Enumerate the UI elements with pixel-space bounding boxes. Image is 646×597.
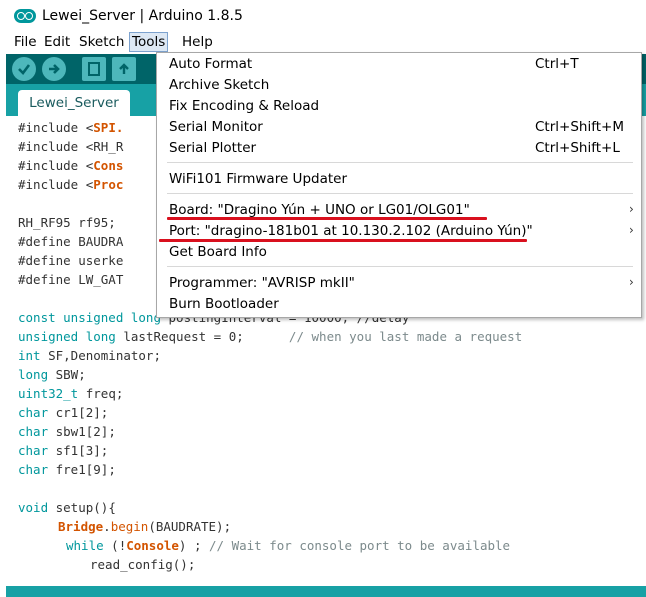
arduino-logo-icon — [14, 9, 36, 23]
upload-icon — [49, 64, 60, 74]
menu-help[interactable]: Help — [180, 33, 215, 51]
menu-item-burn-bootloader[interactable]: Burn Bootloader — [157, 294, 641, 314]
menu-item-port[interactable]: Port: "dragino-181b01 at 10.130.2.102 (A… — [157, 221, 641, 241]
code-line: #include <Proc — [18, 177, 124, 192]
submenu-arrow-icon: › — [629, 275, 634, 289]
submenu-arrow-icon: › — [629, 202, 634, 216]
open-button[interactable] — [112, 57, 136, 81]
code-line: void setup(){ — [18, 500, 116, 515]
code-line: RH_RF95 rf95; — [18, 215, 116, 230]
code-line: #define LW_GAT — [18, 272, 124, 287]
menu-item-archive-sketch[interactable]: Archive Sketch — [157, 75, 641, 95]
menu-item-auto-format[interactable]: Auto Format Ctrl+T — [157, 54, 641, 74]
verify-icon — [18, 64, 31, 75]
menu-file[interactable]: File — [12, 33, 39, 51]
code-line: unsigned long lastRequest = 0; // when y… — [18, 329, 523, 344]
menu-bar: File Edit Sketch Tools Help — [0, 30, 646, 52]
menu-item-programmer[interactable]: Programmer: "AVRISP mkII" › — [157, 273, 641, 293]
code-line: int SF,Denominator; — [18, 348, 161, 363]
code-line: char fre1[9]; — [18, 462, 116, 477]
upload-button[interactable] — [42, 57, 66, 81]
new-icon — [88, 62, 100, 76]
menu-separator — [167, 193, 633, 194]
verify-button[interactable] — [12, 57, 36, 81]
tools-menu-dropdown: Auto Format Ctrl+T Archive Sketch Fix En… — [156, 52, 642, 318]
tab-lewei-server[interactable]: Lewei_Server — [18, 90, 130, 116]
code-line: long SBW; — [18, 367, 86, 382]
code-line: #include <SPI. — [18, 120, 124, 135]
menu-tools[interactable]: Tools — [129, 32, 169, 52]
menu-separator — [167, 162, 633, 163]
code-line: char cr1[2]; — [18, 405, 109, 420]
code-line: #include <Cons — [18, 158, 124, 173]
code-line: uint32_t freq; — [18, 386, 124, 401]
menu-item-fix-encoding[interactable]: Fix Encoding & Reload — [157, 96, 641, 116]
menu-item-wifi101-updater[interactable]: WiFi101 Firmware Updater — [157, 169, 641, 189]
code-line: read_config(); — [90, 557, 196, 572]
title-bar: Lewei_Server | Arduino 1.8.5 — [0, 0, 646, 30]
code-line: Bridge.begin(BAUDRATE); — [58, 519, 232, 534]
code-line: while (!Console) ; // Wait for console p… — [66, 538, 511, 553]
code-line: char sbw1[2]; — [18, 424, 116, 439]
submenu-arrow-icon: › — [629, 223, 634, 237]
window-title: Lewei_Server | Arduino 1.8.5 — [42, 8, 243, 24]
menu-sketch[interactable]: Sketch — [77, 33, 126, 51]
menu-item-serial-plotter[interactable]: Serial Plotter Ctrl+Shift+L — [157, 138, 641, 158]
menu-edit[interactable]: Edit — [42, 33, 72, 51]
status-bar — [6, 586, 646, 597]
menu-separator — [167, 266, 633, 267]
code-line: #define BAUDRA — [18, 234, 124, 249]
menu-item-get-board-info[interactable]: Get Board Info — [157, 242, 641, 262]
open-icon — [119, 63, 129, 74]
new-button[interactable] — [82, 57, 106, 81]
code-line: #define userke — [18, 253, 124, 268]
code-line: char sf1[3]; — [18, 443, 109, 458]
annotation-underline-board — [167, 217, 487, 220]
code-line: #include <RH_R — [18, 139, 124, 154]
menu-item-serial-monitor[interactable]: Serial Monitor Ctrl+Shift+M — [157, 117, 641, 137]
